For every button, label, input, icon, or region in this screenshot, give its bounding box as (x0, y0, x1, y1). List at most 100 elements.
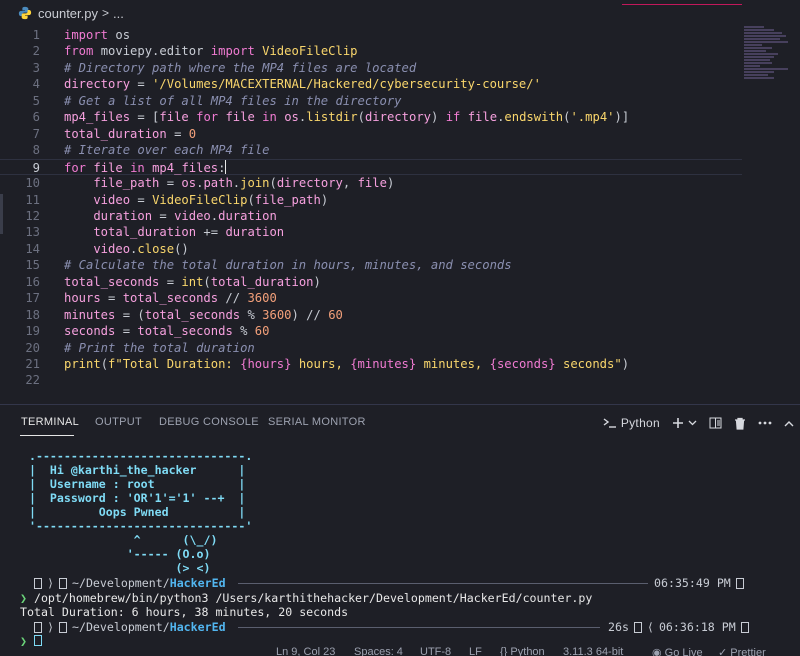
line-number: 14 (25, 241, 40, 256)
end-of-line[interactable]: LF (469, 646, 482, 656)
prettier-button[interactable]: ✓ Prettier (718, 646, 766, 656)
check-double-icon: ✓ (718, 647, 728, 656)
code-token: // (218, 291, 248, 306)
code-line[interactable]: 4 directory = '/Volumes/MACEXTERNAL/Hacke… (0, 76, 742, 93)
braces-icon: {} (500, 646, 508, 656)
apple-icon (34, 621, 42, 633)
code-text: # Calculate the total duration in hours,… (64, 257, 512, 274)
code-token: import (64, 28, 109, 42)
code-token: += (196, 225, 226, 240)
code-line[interactable]: 2 from moviepy.editor import VideoFileCli… (0, 43, 742, 60)
code-line[interactable]: 10 file_path = os.path.join(directory, f… (0, 175, 742, 192)
code-line[interactable]: 16 total_seconds = int(total_duration) (0, 274, 742, 291)
code-line[interactable]: 6 mp4_files = [file for file in os.listdi… (0, 109, 742, 126)
split-terminal-icon[interactable] (709, 417, 722, 429)
banner-line: .------------------------------. (22, 449, 253, 463)
go-live-button[interactable]: ◉ Go Live (652, 646, 703, 656)
tab-serial-monitor[interactable]: SERIAL MONITOR (268, 416, 366, 428)
code-line[interactable]: 11 video = VideoFileClip(file_path) (0, 192, 742, 209)
code-line[interactable]: 5 # Get a list of all MP4 files in the di… (0, 93, 742, 110)
code-token: . (210, 208, 219, 223)
code-token: total_seconds (64, 274, 160, 289)
code-line[interactable]: 8 # Iterate over each MP4 file (0, 142, 742, 159)
code-token: os (108, 28, 131, 42)
code-token: mp4_files (152, 160, 219, 175)
code-line[interactable]: 3 # Directory path where the MP4 files ar… (0, 60, 742, 77)
cursor-position[interactable]: Ln 9, Col 23 (276, 646, 335, 656)
code-line[interactable]: 15 # Calculate the total duration in hour… (0, 257, 742, 274)
line-number: 5 (32, 93, 40, 108)
code-token: listdir (306, 110, 358, 125)
code-line[interactable]: 7 total_duration = 0 (0, 126, 742, 143)
code-editor[interactable]: 1 import os 2 from moviepy.editor import Vi… (0, 26, 800, 398)
code-token: ) (313, 274, 321, 289)
code-token: ) // (291, 307, 329, 322)
code-token: directory (276, 176, 343, 191)
code-text: from moviepy.editor import VideoFileClip (64, 43, 358, 60)
code-line[interactable]: 22 (0, 372, 742, 389)
code-text: # Directory path where the MP4 files are… (64, 60, 416, 77)
code-token: import (210, 44, 255, 59)
code-line[interactable]: 14 video.close() (0, 241, 742, 258)
line-number: 3 (32, 60, 40, 75)
code-text: minutes = (total_seconds % 3600) // 60 (64, 307, 343, 324)
code-token: ( (100, 357, 109, 371)
language-mode[interactable]: {} Python (500, 646, 545, 656)
banner-line: | Hi @karthi_the_hacker | (22, 463, 246, 477)
encoding[interactable]: UTF-8 (420, 646, 451, 656)
line-number: 4 (32, 77, 40, 92)
code-token: 3600 (247, 291, 277, 306)
code-token: for (64, 160, 87, 175)
chevron-down-icon (688, 420, 697, 426)
prompt-bar: ⟩ ~/Development/HackerEd 26s ⟨ 06:36:18 P… (20, 620, 790, 634)
terminal-output[interactable]: .------------------------------. | Hi @k… (0, 443, 800, 648)
line-number: 17 (25, 291, 40, 306)
terminal-shell-selector[interactable]: Python (603, 416, 660, 430)
code-line[interactable]: 12 duration = video.duration (0, 208, 742, 225)
tab-debug-console[interactable]: DEBUG CONSOLE (159, 416, 259, 428)
breadcrumb-file[interactable]: counter.py (38, 6, 98, 21)
more-actions-icon[interactable] (758, 421, 772, 425)
code-line[interactable]: 18 minutes = (total_seconds % 3600) // 60 (0, 307, 742, 324)
code-token: join (240, 176, 270, 191)
code-token: video (64, 241, 131, 256)
prompt-time: 26s ⟨ 06:36:18 PM (608, 620, 749, 634)
code-line[interactable]: 1 import os (0, 27, 742, 44)
code-token: = (130, 77, 153, 92)
clock-icon (735, 577, 744, 589)
code-token: file (357, 176, 387, 191)
code-token: VideoFileClip (254, 44, 358, 59)
new-terminal-button[interactable] (672, 417, 697, 429)
path-prefix: ~/Development/ (71, 576, 170, 590)
code-token: '.mp4' (570, 110, 615, 125)
python-interpreter[interactable]: 3.11.3 64-bit (563, 646, 623, 656)
chevron-up-icon[interactable] (784, 420, 794, 427)
trash-icon[interactable] (734, 417, 746, 430)
code-line[interactable]: 17 hours = total_seconds // 3600 (0, 290, 742, 307)
code-token: , (342, 176, 358, 191)
code-token: video (64, 192, 131, 207)
minimap[interactable] (744, 26, 788, 86)
path-prefix: ~/Development/ (71, 620, 170, 634)
folder-icon (58, 577, 67, 589)
code-line[interactable]: 21 print(f"Total Duration: {hours} hours,… (0, 356, 742, 373)
indentation[interactable]: Spaces: 4 (354, 646, 403, 656)
breadcrumb-more[interactable]: ... (113, 6, 124, 21)
code-token: = (130, 192, 153, 207)
code-token: minutes (64, 307, 116, 322)
code-line[interactable]: 13 total_duration += duration (0, 224, 742, 241)
line-number: 19 (25, 324, 40, 339)
line-number: 22 (25, 373, 40, 388)
tab-terminal[interactable]: TERMINAL (21, 416, 79, 428)
code-token: total_seconds (122, 291, 219, 306)
code-text: total_duration = 0 (64, 126, 196, 143)
shell-label: Python (620, 416, 660, 430)
tab-output[interactable]: OUTPUT (95, 416, 142, 428)
panel-tabs: TERMINAL OUTPUT DEBUG CONSOLE SERIAL MON… (0, 405, 800, 439)
code-line[interactable]: 20 # Print the total duration (0, 340, 742, 357)
code-token: os (181, 176, 197, 191)
code-token: endswith (504, 110, 564, 125)
code-line[interactable]: 19 seconds = total_seconds % 60 (0, 323, 742, 340)
code-line[interactable]: 9 for file in mp4_files: (0, 158, 742, 176)
line-number: 12 (25, 208, 40, 223)
